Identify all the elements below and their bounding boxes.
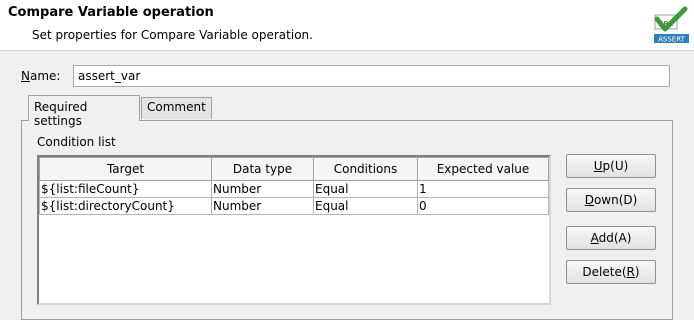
tab-comment[interactable]: Comment bbox=[141, 97, 212, 119]
down-button[interactable]: Down(D) bbox=[566, 188, 656, 212]
cell-conditions[interactable]: Equal bbox=[313, 180, 418, 198]
tab-required-settings[interactable]: Required settings bbox=[28, 95, 140, 128]
name-input[interactable] bbox=[73, 65, 670, 87]
delete-button[interactable]: Delete(R) bbox=[566, 260, 656, 284]
cell-expected-value[interactable]: 1 bbox=[417, 180, 549, 198]
column-header-data-type[interactable]: Data type bbox=[211, 157, 314, 181]
cell-target[interactable]: ${list:fileCount} bbox=[39, 180, 212, 198]
cell-data-type[interactable]: Number bbox=[211, 180, 314, 198]
svg-text:ASSERT: ASSERT bbox=[658, 36, 685, 44]
cell-conditions[interactable]: Equal bbox=[313, 197, 418, 215]
table-row[interactable]: ${list:fileCount} Number Equal 1 bbox=[39, 180, 549, 198]
dialog-title: Compare Variable operation bbox=[8, 5, 214, 20]
cell-data-type[interactable]: Number bbox=[211, 197, 314, 215]
assert-logo-icon: ABC ASSERT bbox=[654, 6, 689, 44]
name-label: Name: bbox=[21, 69, 61, 83]
column-header-target[interactable]: Target bbox=[39, 157, 212, 181]
dialog-header: Compare Variable operation Set propertie… bbox=[0, 0, 694, 51]
column-header-conditions[interactable]: Conditions bbox=[313, 157, 418, 181]
add-button[interactable]: Add(A) bbox=[566, 226, 656, 250]
up-button[interactable]: Up(U) bbox=[566, 154, 656, 178]
cell-target[interactable]: ${list:directoryCount} bbox=[39, 197, 212, 215]
dialog-subtitle: Set properties for Compare Variable oper… bbox=[32, 28, 313, 42]
condition-list-table[interactable]: Target Data type Conditions Expected val… bbox=[37, 155, 551, 305]
table-header-row: Target Data type Conditions Expected val… bbox=[39, 157, 549, 181]
condition-list-label: Condition list bbox=[37, 135, 116, 149]
cell-expected-value[interactable]: 0 bbox=[417, 197, 549, 215]
column-header-expected-value[interactable]: Expected value bbox=[417, 157, 549, 181]
table-row[interactable]: ${list:directoryCount} Number Equal 0 bbox=[39, 197, 549, 215]
